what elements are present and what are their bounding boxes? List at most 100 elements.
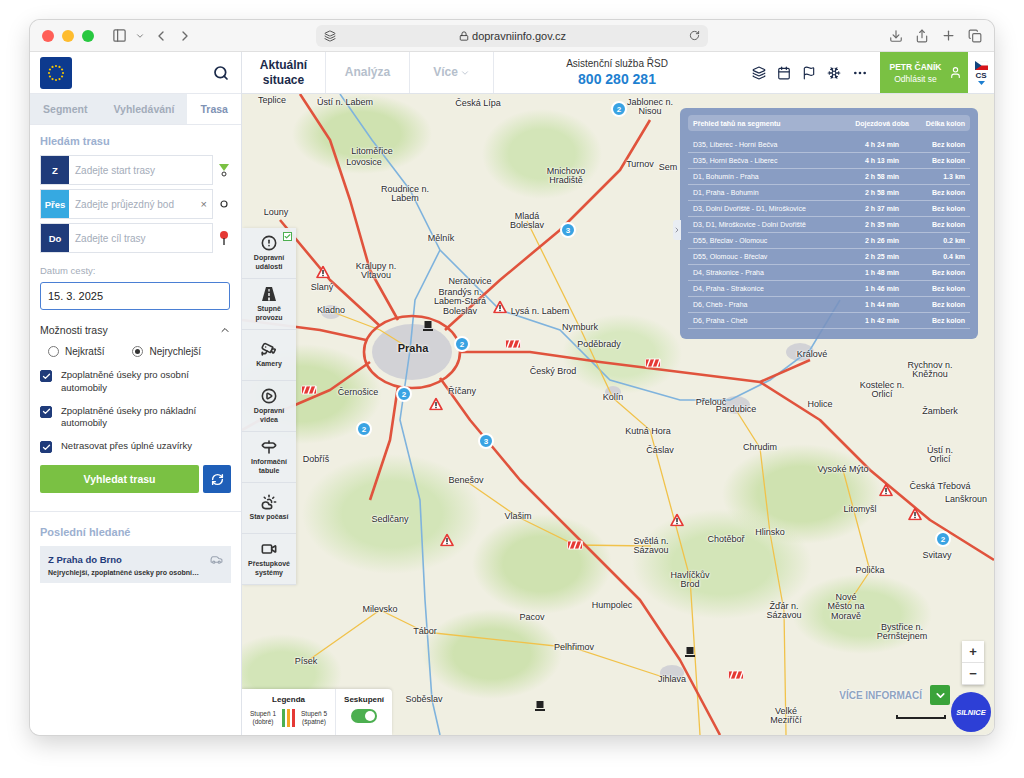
incident-marker[interactable] [728,670,744,680]
sidebar-tab[interactable]: Vyhledávání [100,94,187,124]
checkbox[interactable] [40,441,52,453]
logout-link[interactable]: Odhlásit se [894,74,937,84]
forward-icon[interactable] [177,28,193,44]
place-label: Chrudim [743,443,777,452]
share-icon[interactable] [915,29,929,43]
search-icon[interactable] [213,65,229,81]
event-cluster[interactable]: 2 [356,421,372,437]
tabs-overview-icon[interactable] [968,29,982,43]
table-toggle[interactable] [673,220,681,240]
layers-icon[interactable] [752,66,766,80]
checkbox-option[interactable]: Netrasovat přes úplné uzavírky [40,440,231,453]
route-field[interactable]: ZZadejte start trasy [40,155,213,185]
event-cluster[interactable]: 2 [611,101,627,117]
date-input[interactable]: 15. 3. 2025 [40,282,230,310]
radio-label: Nejrychlejší [149,346,201,357]
new-tab-icon[interactable] [941,28,956,43]
title-bar: dopravniinfo.gov.cz [30,20,994,52]
incident-marker[interactable] [316,266,330,279]
incident-marker[interactable] [684,646,696,658]
options-header[interactable]: Možnosti trasy [40,324,231,336]
incident-marker[interactable] [493,301,507,314]
user-box[interactable]: PETR ČANÍKOdhlásit se [880,52,968,93]
radio-option[interactable]: Nejrychlejší [132,346,201,357]
address-bar[interactable]: dopravniinfo.gov.cz [316,25,708,47]
incident-marker[interactable] [670,514,684,527]
road-closure-icon [645,358,661,368]
clear-button[interactable]: × [196,190,212,218]
event-cluster[interactable]: 2 [396,386,412,402]
incident-marker[interactable] [422,320,434,332]
more-icon[interactable] [852,65,868,81]
grouping-toggle[interactable] [351,709,377,723]
layer-item[interactable]: Přestupkové systémy [242,534,296,585]
reload-icon[interactable] [689,30,700,41]
more-info[interactable]: VÍCE INFORMACÍ [839,685,950,705]
checkbox[interactable] [40,406,52,418]
incident-marker[interactable] [567,540,583,550]
sidebar-toggle-icon[interactable] [112,28,127,43]
incident-marker[interactable] [301,385,317,395]
zoom-button[interactable]: − [962,663,984,685]
window-button[interactable] [42,30,54,42]
layer-item[interactable]: Informační tabule [242,432,296,483]
assist-phone[interactable]: 800 280 281 [578,71,656,87]
nav-tab[interactable]: Více [410,52,494,93]
radio-option[interactable]: Nejkratší [48,346,104,357]
checkbox[interactable] [40,370,52,382]
chevron-down-icon[interactable] [135,31,145,41]
incident-marker[interactable] [429,398,443,411]
layer-item[interactable]: Kamery [242,330,296,381]
checkbox-option[interactable]: Zpoplatněné úseky pro osobní automobily [40,369,231,395]
incident-marker[interactable] [505,339,521,349]
window-button[interactable] [82,30,94,42]
radio-button[interactable] [132,346,143,357]
event-cluster[interactable]: 2 [454,336,470,352]
place-label: Rychnov n. Kněžnou [904,361,956,380]
logo[interactable] [40,57,72,89]
silnice-badge[interactable]: SILNICE [951,692,991,732]
incident-marker[interactable] [534,700,546,712]
checkbox-option[interactable]: Zpoplatněné úseky pro nákladní automobil… [40,405,231,431]
event-cluster[interactable]: 3 [560,222,576,238]
calendar-icon[interactable] [777,66,791,80]
incident-marker[interactable] [645,358,661,368]
search-route-button[interactable]: Vyhledat trasu [40,465,199,493]
collapse-icon[interactable] [219,324,231,336]
page-settings-icon[interactable] [324,30,336,42]
language-switch[interactable]: CS [968,52,994,93]
layer-item[interactable]: Dopravní videa [242,381,296,432]
incident-marker[interactable] [879,484,893,497]
table-cell: D6, Praha - Cheb [693,317,843,324]
more-info-label[interactable]: VÍCE INFORMACÍ [839,690,922,701]
incident-marker[interactable] [440,534,454,547]
nav-tab[interactable]: Aktuální situace [242,52,326,93]
sidebar-tab[interactable]: Segment [30,94,100,124]
layer-item[interactable]: Stupně provozu [242,279,296,330]
table-cell: Bez kolon [921,317,965,324]
sidebar-tab[interactable]: Trasa [187,94,241,124]
event-cluster[interactable]: 2 [935,531,951,547]
snowflake-icon[interactable] [827,66,841,80]
zoom-button[interactable]: + [962,641,984,663]
nav-tab[interactable]: Analýza [326,52,410,93]
dropdown-icon [978,81,985,85]
more-info-button[interactable] [930,685,950,705]
layer-checkbox[interactable] [283,232,292,241]
place-label: Nové Město na Moravě [822,593,870,621]
route-field[interactable]: PřesZadejte průjezdný bod× [40,189,213,219]
flag-icon[interactable] [802,66,816,80]
layer-item[interactable]: Stav počasí [242,483,296,534]
recent-search[interactable]: Z Praha do BrnoNejrychlejší, zpoplatněné… [40,546,231,583]
reset-button[interactable] [203,465,231,493]
layer-item[interactable]: Dopravní události [242,228,296,279]
event-cluster[interactable]: 3 [478,433,494,449]
incident-marker[interactable] [908,508,922,521]
back-icon[interactable] [153,28,169,44]
route-field[interactable]: DoZadejte cíl trasy [40,223,213,253]
radio-button[interactable] [48,346,59,357]
window-button[interactable] [62,30,74,42]
map[interactable]: TepliceÚstí n. LabemČeská LípaJablonec n… [242,94,994,735]
download-icon[interactable] [889,29,903,43]
table-cell: D55, Olomouc - Břeclav [693,253,843,260]
